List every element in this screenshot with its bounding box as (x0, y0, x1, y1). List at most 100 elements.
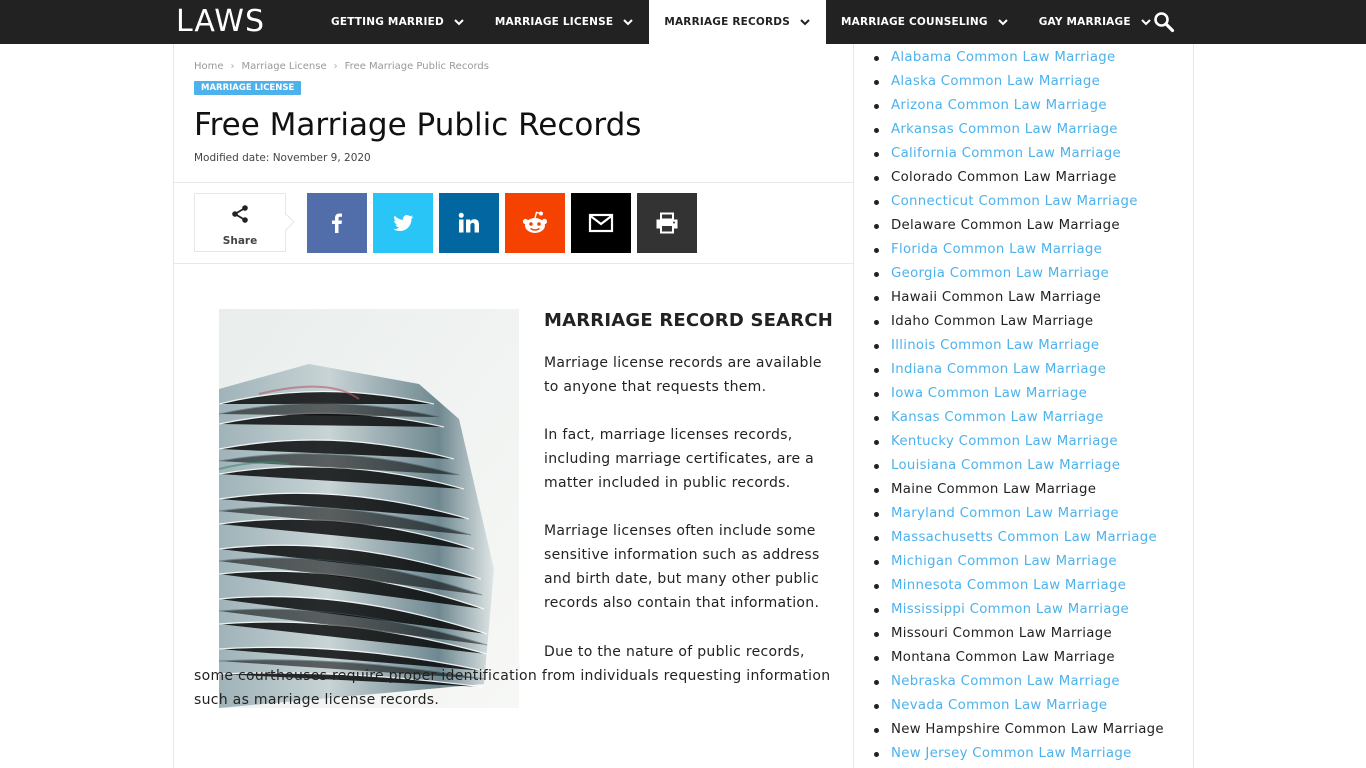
search-icon[interactable] (1152, 10, 1176, 34)
sidebar-state-item[interactable]: Florida Common Law Marriage (874, 238, 1164, 262)
chevron-down-icon (454, 19, 464, 26)
share-counter: Share (194, 193, 295, 252)
sidebar-state-label: Nevada Common Law Marriage (891, 698, 1108, 713)
divider (174, 182, 853, 183)
bullet-icon (874, 632, 879, 637)
bullet-icon (874, 368, 879, 373)
sidebar-state-label: New Jersey Common Law Marriage (891, 746, 1132, 761)
sidebar-state-item[interactable]: Michigan Common Law Marriage (874, 550, 1164, 574)
bullet-icon (874, 488, 879, 493)
bullet-icon (874, 272, 879, 277)
breadcrumb: Home › Marriage License › Free Marriage … (194, 61, 489, 72)
linkedin-share-button[interactable] (439, 193, 499, 253)
sidebar-state-item[interactable]: Maine Common Law Marriage (874, 478, 1164, 502)
sidebar-state-item[interactable]: Nevada Common Law Marriage (874, 694, 1164, 718)
bullet-icon (874, 680, 879, 685)
sidebar-state-label: Alabama Common Law Marriage (891, 50, 1116, 65)
reddit-share-button[interactable] (505, 193, 565, 253)
sidebar-state-item[interactable]: Alabama Common Law Marriage (874, 46, 1164, 70)
bullet-icon (874, 752, 879, 757)
share-icon (232, 205, 248, 223)
facebook-share-button[interactable] (307, 193, 367, 253)
nav-marriage-records[interactable]: MARRIAGE RECORDS (649, 0, 826, 44)
print-share-button[interactable] (637, 193, 697, 253)
sidebar-state-item[interactable]: Nebraska Common Law Marriage (874, 670, 1164, 694)
share-arrow (277, 213, 295, 231)
sidebar-state-item[interactable]: Georgia Common Law Marriage (874, 262, 1164, 286)
bullet-icon (874, 152, 879, 157)
nav-getting-married[interactable]: GETTING MARRIED (316, 0, 480, 44)
nav-gay-marriage[interactable]: GAY MARRIAGE (1024, 0, 1167, 44)
nav-label: GAY MARRIAGE (1038, 16, 1131, 28)
sidebar-state-item[interactable]: Idaho Common Law Marriage (874, 310, 1164, 334)
bullet-icon (874, 56, 879, 61)
sidebar-state-item[interactable]: Missouri Common Law Marriage (874, 622, 1164, 646)
article-paragraph: In fact, marriage licenses records, incl… (544, 427, 815, 491)
bullet-icon (874, 80, 879, 85)
sidebar-state-label: Nebraska Common Law Marriage (891, 674, 1120, 689)
bullet-icon (874, 392, 879, 397)
sidebar-state-label: Missouri Common Law Marriage (891, 626, 1112, 641)
sidebar-state-item[interactable]: Indiana Common Law Marriage (874, 358, 1164, 382)
sidebar-state-item[interactable]: Montana Common Law Marriage (874, 646, 1164, 670)
bullet-icon (874, 128, 879, 133)
sidebar-state-item[interactable]: Massachusetts Common Law Marriage (874, 526, 1164, 550)
bullet-icon (874, 608, 879, 613)
chevron-down-icon (800, 19, 810, 26)
chevron-down-icon (998, 19, 1008, 26)
sidebar-state-label: Indiana Common Law Marriage (891, 362, 1107, 377)
page-title: Free Marriage Public Records (194, 107, 642, 143)
sidebar-state-item[interactable]: Hawaii Common Law Marriage (874, 286, 1164, 310)
sidebar-state-label: Louisiana Common Law Marriage (891, 458, 1121, 473)
nav-label: GETTING MARRIED (331, 16, 444, 28)
sidebar-state-item[interactable]: Colorado Common Law Marriage (874, 166, 1164, 190)
sidebar-state-label: New Hampshire Common Law Marriage (891, 722, 1164, 737)
twitter-share-button[interactable] (373, 193, 433, 253)
email-icon (588, 213, 614, 233)
sidebar-state-item[interactable]: New Jersey Common Law Marriage (874, 742, 1164, 766)
sidebar-state-item[interactable]: Arizona Common Law Marriage (874, 94, 1164, 118)
sidebar-state-label: Kansas Common Law Marriage (891, 410, 1104, 425)
sidebar-state-item[interactable]: Alaska Common Law Marriage (874, 70, 1164, 94)
sidebar-state-item[interactable]: Louisiana Common Law Marriage (874, 454, 1164, 478)
sidebar-state-label: Massachusetts Common Law Marriage (891, 530, 1157, 545)
sidebar-state-item[interactable]: Iowa Common Law Marriage (874, 382, 1164, 406)
facebook-icon (332, 213, 342, 233)
sidebar-state-label: Iowa Common Law Marriage (891, 386, 1088, 401)
linkedin-icon (458, 212, 479, 233)
sidebar-state-item[interactable]: Mississippi Common Law Marriage (874, 598, 1164, 622)
nav-marriage-counseling[interactable]: MARRIAGE COUNSELING (826, 0, 1024, 44)
sidebar-state-item[interactable]: New Hampshire Common Law Marriage (874, 718, 1164, 742)
bullet-icon (874, 344, 879, 349)
sidebar-state-label: Hawaii Common Law Marriage (891, 290, 1102, 305)
sidebar-state-label: Idaho Common Law Marriage (891, 314, 1094, 329)
sidebar-state-item[interactable]: California Common Law Marriage (874, 142, 1164, 166)
sidebar-state-item[interactable]: Delaware Common Law Marriage (874, 214, 1164, 238)
bullet-icon (874, 584, 879, 589)
sidebar-state-item[interactable]: Maryland Common Law Marriage (874, 502, 1164, 526)
category-badge[interactable]: MARRIAGE LICENSE (194, 81, 302, 95)
nav-marriage-license[interactable]: MARRIAGE LICENSE (480, 0, 649, 44)
state-links-list: Alabama Common Law Marriage Alaska Common… (874, 46, 1164, 766)
sidebar-state-item[interactable]: Minnesota Common Law Marriage (874, 574, 1164, 598)
email-share-button[interactable] (571, 193, 631, 253)
site-logo[interactable]: LAWS (176, 4, 265, 40)
sidebar-state-label: Georgia Common Law Marriage (891, 266, 1110, 281)
sidebar-state-item[interactable]: Illinois Common Law Marriage (874, 334, 1164, 358)
sidebar-state-label: Montana Common Law Marriage (891, 650, 1115, 665)
bullet-icon (874, 464, 879, 469)
bullet-icon (874, 560, 879, 565)
breadcrumb-home[interactable]: Home (194, 61, 224, 72)
sidebar-state-item[interactable]: Arkansas Common Law Marriage (874, 118, 1164, 142)
breadcrumb-current: Free Marriage Public Records (344, 61, 489, 72)
bullet-icon (874, 512, 879, 517)
bullet-icon (874, 728, 879, 733)
sidebar-state-item[interactable]: Kansas Common Law Marriage (874, 406, 1164, 430)
sidebar-state-label: Mississippi Common Law Marriage (891, 602, 1129, 617)
breadcrumb-marriage-license[interactable]: Marriage License (242, 61, 327, 72)
sidebar-state-item[interactable]: Connecticut Common Law Marriage (874, 190, 1164, 214)
reddit-icon (522, 211, 548, 233)
sidebar-state-item[interactable]: Kentucky Common Law Marriage (874, 430, 1164, 454)
sidebar-state-label: Alaska Common Law Marriage (891, 74, 1101, 89)
print-icon (656, 212, 678, 234)
